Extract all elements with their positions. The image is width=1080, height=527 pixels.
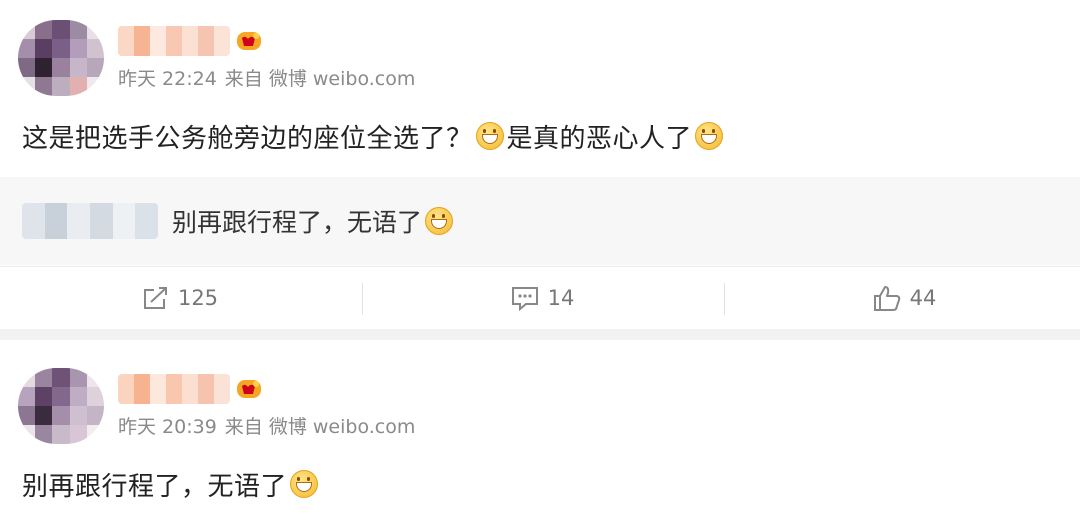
- post-source: 来自 微博 weibo.com: [224, 68, 416, 90]
- vip-badge-icon: [237, 380, 261, 398]
- post-text-part2: 是真的恶心人了: [506, 123, 693, 154]
- repost-icon: [143, 287, 167, 309]
- smile-emoji-icon: [425, 207, 454, 235]
- reply-preview[interactable]: 别再跟行程了，无语了: [0, 177, 1080, 265]
- post-meta: 昨天 22:24 来自 微博 weibo.com: [118, 64, 423, 91]
- like-button[interactable]: 44: [724, 267, 1080, 329]
- action-bar: 125 14 44: [0, 266, 1080, 329]
- vip-badge-icon: [237, 32, 261, 50]
- post-source: 来自 微博 weibo.com: [224, 416, 416, 438]
- grin-emoji-icon: [475, 122, 504, 150]
- reply-text: 别再跟行程了，无语了: [172, 203, 456, 239]
- comment-button[interactable]: 14: [362, 267, 722, 329]
- post-text-part1: 这是把选手公务舱旁边的座位全选了？: [22, 123, 473, 154]
- post-text: 这是把选手公务舱旁边的座位全选了？ 是真的恶心人了: [22, 116, 726, 156]
- post-meta: 昨天 20:39 来自 微博 weibo.com: [118, 412, 423, 439]
- like-icon: [873, 286, 900, 311]
- grin-emoji-icon: [695, 122, 724, 150]
- username-blurred[interactable]: [118, 374, 230, 404]
- reply-username-blurred[interactable]: [22, 203, 158, 239]
- reply-text-content: 别再跟行程了，无语了: [172, 208, 423, 237]
- avatar[interactable]: [18, 368, 104, 444]
- username-blurred[interactable]: [118, 26, 230, 56]
- like-count: 44: [909, 286, 937, 310]
- repost-button[interactable]: 125: [0, 267, 360, 329]
- repost-count: 125: [177, 286, 219, 310]
- post-text: 别再跟行程了，无语了: [22, 464, 321, 504]
- post-text-content: 别再跟行程了，无语了: [22, 471, 288, 502]
- post-time: 昨天 20:39: [118, 416, 217, 438]
- comment-count: 14: [547, 286, 575, 310]
- comment-icon: [511, 287, 538, 311]
- avatar[interactable]: [18, 20, 104, 96]
- smile-emoji-icon: [290, 470, 319, 498]
- weibo-post-2: 昨天 20:39 来自 微博 weibo.com 别再跟行程了，无语了: [0, 340, 1080, 527]
- post-time: 昨天 22:24: [118, 68, 217, 90]
- weibo-post-1: 昨天 22:24 来自 微博 weibo.com 这是把选手公务舱旁边的座位全选了…: [0, 0, 1080, 329]
